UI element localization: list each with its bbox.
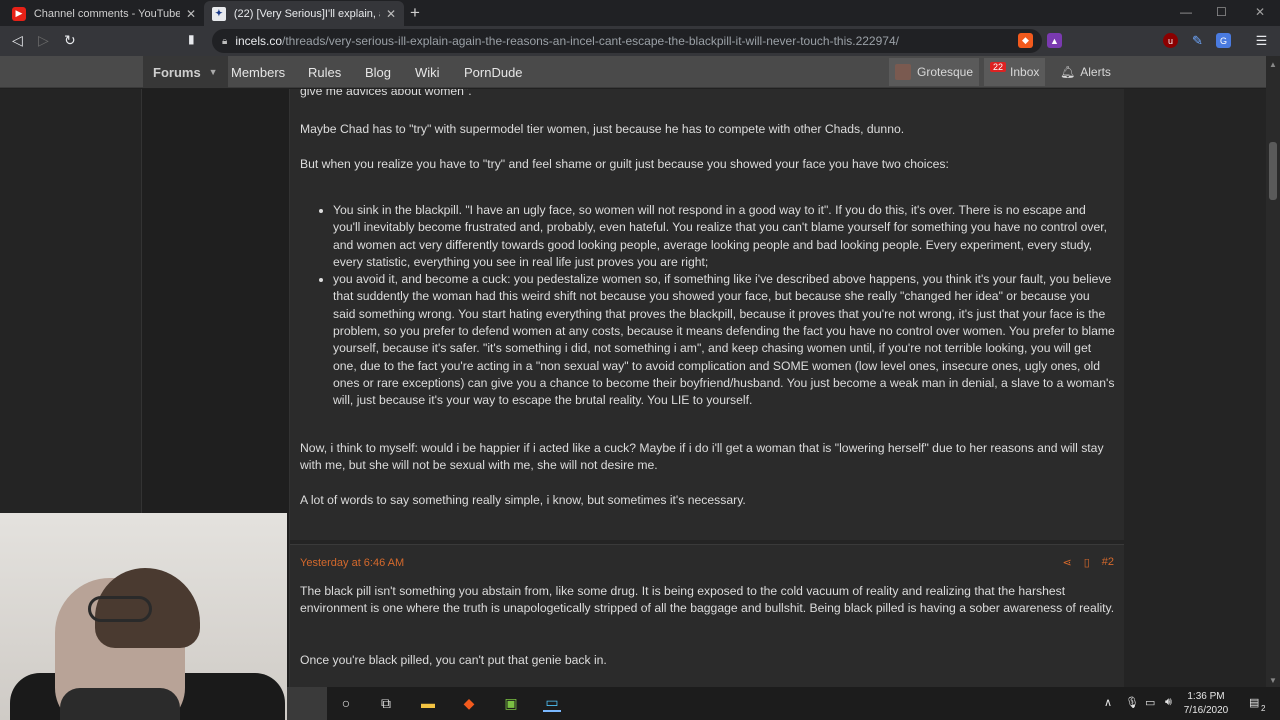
- post-2: Yesterday at 6:46 AM ⋖ ▯ #2 The black pi…: [290, 544, 1124, 687]
- webcam-shirt: [60, 688, 180, 720]
- scroll-thumb[interactable]: [1269, 142, 1277, 200]
- nav-porndude[interactable]: PornDude: [464, 56, 523, 88]
- close-window-icon[interactable]: ✕: [1255, 5, 1265, 19]
- clock-date: 7/16/2020: [1183, 705, 1229, 716]
- brave-rewards-icon[interactable]: ▲: [1047, 33, 1062, 48]
- volume-icon[interactable]: 🔊︎: [1165, 696, 1172, 709]
- list-item: You sink in the blackpill. "I have an ug…: [333, 202, 1115, 271]
- notifications-icon[interactable]: ▤: [1249, 696, 1259, 709]
- browser-tab-bar: ▶ Channel comments - YouTube Stu ✕ ✦ (22…: [0, 0, 1280, 26]
- page-scrollbar[interactable]: ▲ ▼: [1266, 56, 1280, 687]
- forum-navigation: Forums ▼ Members Rules Blog Wiki PornDud…: [0, 56, 1266, 88]
- notification-count: 2: [1261, 704, 1266, 713]
- post-paragraph: A lot of words to say something really s…: [300, 493, 746, 507]
- scroll-down-icon[interactable]: ▼: [1269, 676, 1277, 685]
- chevron-down-icon[interactable]: ▼: [209, 67, 218, 77]
- post-actions: ⋖ ▯ #2: [1062, 556, 1114, 569]
- windows-taskbar: ○ ⧉ ▬ ◆ ▣ ▭ ∧ 🎙︎ ▭ 🔊︎ 1:36 PM 7/16/2020 …: [287, 687, 1280, 720]
- nav-label: Forums: [153, 64, 201, 80]
- lock-icon: 🔒︎: [222, 35, 228, 47]
- avatar: [895, 64, 911, 80]
- post-paragraph: experiments) she will just say "wow you …: [300, 89, 472, 99]
- back-icon[interactable]: ◁: [12, 32, 23, 49]
- post-paragraph: But when you realize you have to "try" a…: [300, 157, 949, 171]
- tab-title: (22) [Very Serious]I'll explain, agai: [233, 7, 380, 20]
- close-tab-icon[interactable]: ✕: [186, 7, 196, 21]
- screen: ▶ Channel comments - YouTube Stu ✕ ✦ (22…: [0, 0, 1280, 720]
- post-timestamp[interactable]: Yesterday at 6:46 AM: [300, 557, 404, 569]
- post-paragraph: Now, i think to myself: would i be happi…: [300, 441, 1104, 473]
- bookmark-icon[interactable]: ▯: [1084, 556, 1090, 569]
- tab-youtube-studio[interactable]: ▶ Channel comments - YouTube Stu ✕: [4, 1, 204, 26]
- nav-members[interactable]: Members: [231, 56, 285, 88]
- nav-rules[interactable]: Rules: [308, 56, 341, 88]
- clock[interactable]: 1:36 PM 7/16/2020: [1177, 690, 1235, 718]
- task-view-icon[interactable]: ⧉: [377, 694, 395, 712]
- reload-icon[interactable]: ↻: [64, 32, 76, 49]
- webcam-overlay: [0, 513, 287, 720]
- menu-icon[interactable]: ☰: [1254, 33, 1269, 48]
- desktop-app-icon[interactable]: ▭: [543, 694, 561, 712]
- post-number[interactable]: #2: [1102, 556, 1114, 569]
- microphone-icon[interactable]: 🎙︎: [1125, 696, 1139, 709]
- nav-wiki[interactable]: Wiki: [415, 56, 440, 88]
- close-tab-icon[interactable]: ✕: [386, 7, 396, 21]
- post-paragraph: Maybe Chad has to "try" with supermodel …: [300, 122, 905, 136]
- inbox-label: Inbox: [1010, 65, 1040, 79]
- network-icon[interactable]: ▭: [1145, 696, 1155, 709]
- file-explorer-icon[interactable]: ▬: [419, 694, 437, 712]
- user-menu[interactable]: Grotesque: [889, 58, 980, 86]
- url-path: /threads/very-serious-ill-explain-again-…: [282, 34, 899, 48]
- bookmark-icon[interactable]: ▮: [188, 32, 195, 46]
- minimize-icon[interactable]: —: [1180, 5, 1192, 19]
- address-bar[interactable]: 🔒︎ incels.co /threads/very-serious-ill-e…: [212, 29, 1042, 53]
- brave-browser-icon[interactable]: ◆: [460, 694, 478, 712]
- ublock-icon[interactable]: u: [1163, 33, 1178, 48]
- username: Grotesque: [917, 65, 974, 79]
- list-item: you avoid it, and become a cuck: you ped…: [333, 271, 1115, 409]
- alerts-label: Alerts: [1080, 65, 1111, 79]
- alerts-link[interactable]: 🔔︎ Alerts: [1054, 58, 1117, 86]
- pen-extension-icon[interactable]: ✎: [1190, 33, 1205, 48]
- tab-title: Channel comments - YouTube Stu: [33, 7, 180, 20]
- taskbar-search[interactable]: [287, 687, 327, 720]
- inbox-link[interactable]: 22 Inbox: [984, 58, 1046, 86]
- brave-shield-icon[interactable]: ◆: [1018, 33, 1033, 48]
- forward-icon[interactable]: ▷: [38, 32, 49, 49]
- maximize-icon[interactable]: ☐: [1216, 5, 1227, 19]
- url-host: incels.co: [235, 34, 283, 48]
- post-paragraph: Once you're black pilled, you can't put …: [300, 653, 607, 667]
- bell-icon: 🔔︎: [1060, 65, 1076, 79]
- post-1: experiments) she will just say "wow you …: [290, 89, 1124, 540]
- choices-list: You sink in the blackpill. "I have an ug…: [333, 202, 1115, 410]
- post-paragraph: The black pill isn't something you absta…: [300, 584, 1115, 616]
- tray-expand-icon[interactable]: ∧: [1104, 696, 1112, 709]
- inbox-count-badge: 22: [990, 62, 1007, 72]
- clock-time: 1:36 PM: [1187, 691, 1225, 702]
- youtube-icon: ▶: [12, 6, 26, 21]
- share-icon[interactable]: ⋖: [1062, 556, 1071, 569]
- browser-toolbar: ◁ ▷ ↻ ▮ 🔒︎ incels.co /threads/very-serio…: [0, 26, 1280, 56]
- scroll-up-icon[interactable]: ▲: [1269, 60, 1277, 69]
- nav-blog[interactable]: Blog: [365, 56, 391, 88]
- translate-icon[interactable]: G: [1216, 33, 1231, 48]
- site-favicon-icon: ✦: [212, 6, 226, 21]
- new-tab-icon[interactable]: +: [410, 3, 420, 23]
- cortana-icon[interactable]: ○: [337, 694, 355, 712]
- nav-forums[interactable]: Forums ▼: [143, 56, 228, 88]
- tab-incels-thread[interactable]: ✦ (22) [Very Serious]I'll explain, agai …: [204, 1, 404, 26]
- webcam-glasses: [88, 596, 152, 622]
- android-app-icon[interactable]: ▣: [502, 694, 520, 712]
